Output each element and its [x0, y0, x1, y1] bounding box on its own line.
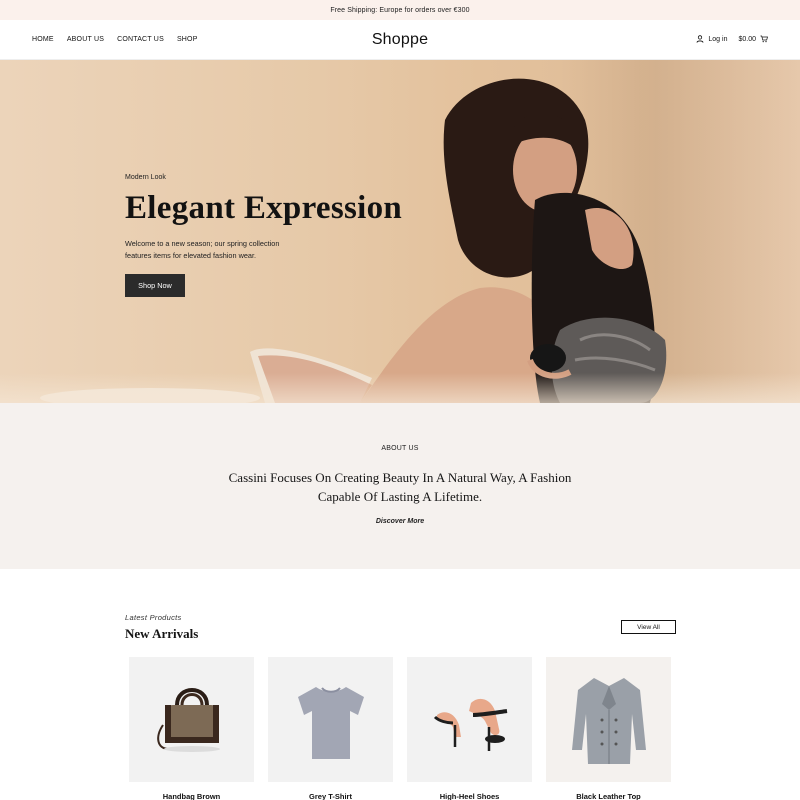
hero-floor-fade — [0, 373, 800, 403]
products-kicker: Latest Products — [125, 613, 182, 622]
login-label: Log in — [708, 36, 728, 43]
new-arrivals-section: Latest Products New Arrivals View All Ha… — [0, 569, 800, 800]
about-label: ABOUT US — [381, 445, 419, 452]
about-statement: Cassini Focuses On Creating Beauty In A … — [228, 470, 572, 504]
product-name: Black Leather Top — [576, 792, 641, 800]
login-link[interactable]: Log in — [696, 34, 728, 45]
view-all-button[interactable]: View All — [621, 620, 676, 634]
product-name: High-Heel Shoes — [439, 792, 500, 800]
product-card-handbag[interactable]: Handbag Brown — [129, 657, 254, 800]
cart-icon — [760, 35, 768, 45]
product-name: Grey T-Shirt — [309, 792, 352, 800]
shop-now-button[interactable]: Shop Now — [125, 273, 185, 297]
nav-shop[interactable]: SHOP — [177, 36, 198, 43]
tshirt-image — [268, 657, 393, 782]
cart-total: $0.00 — [738, 36, 756, 43]
main-nav: HOME ABOUT US CONTACT US SHOP — [32, 36, 198, 43]
product-card-coat[interactable]: Black Leather Top — [546, 657, 671, 800]
product-card-heels[interactable]: High-Heel Shoes — [407, 657, 532, 800]
discover-more-link[interactable]: Discover More — [376, 518, 424, 525]
coat-image — [546, 657, 671, 782]
hero-description: Welcome to a new season; our spring coll… — [125, 238, 280, 260]
about-section: ABOUT US Cassini Focuses On Creating Bea… — [0, 403, 800, 569]
product-grid: Handbag Brown Grey T-Shirt High-Heel Sho… — [129, 657, 671, 800]
header-actions: Log in $0.00 — [696, 34, 768, 45]
shipping-banner-text: Free Shipping: Europe for orders over €3… — [330, 6, 470, 14]
user-icon — [696, 34, 704, 45]
site-header: HOME ABOUT US CONTACT US SHOP Shoppe Log… — [0, 20, 800, 60]
handbag-image — [129, 657, 254, 782]
hero-title: Elegant Expression — [125, 190, 403, 226]
hero-copy: Modern Look Elegant Expression Welcome t… — [125, 174, 445, 297]
hero-banner: Modern Look Elegant Expression Welcome t… — [0, 60, 800, 403]
nav-about-us[interactable]: ABOUT US — [67, 36, 104, 43]
nav-contact-us[interactable]: CONTACT US — [117, 36, 164, 43]
product-card-tshirt[interactable]: Grey T-Shirt — [268, 657, 393, 800]
shipping-banner: Free Shipping: Europe for orders over €3… — [0, 0, 800, 20]
products-title: New Arrivals — [125, 626, 199, 641]
heels-image — [407, 657, 532, 782]
hero-kicker: Modern Look — [125, 174, 166, 181]
product-name: Handbag Brown — [162, 792, 221, 800]
nav-home[interactable]: HOME — [32, 36, 54, 43]
cart-link[interactable]: $0.00 — [738, 35, 768, 45]
